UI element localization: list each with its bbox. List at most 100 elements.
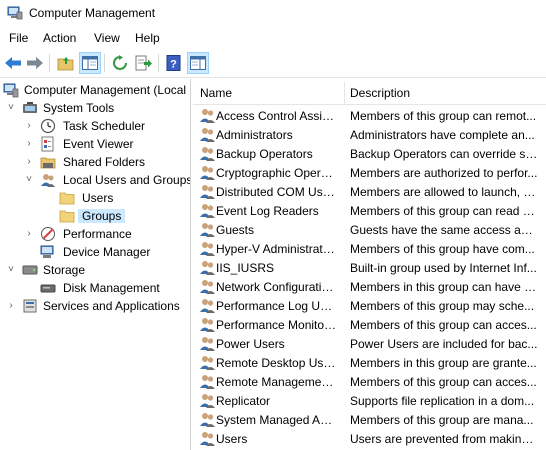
table-row[interactable]: Remote Desktop Users Members in this grou… xyxy=(193,353,546,372)
expand-chevron-icon[interactable]: › xyxy=(24,156,34,168)
group-name-cell: Access Control Assist... xyxy=(216,109,338,123)
group-name-cell: Network Configuratio... xyxy=(216,280,338,294)
toolbar-separator xyxy=(158,54,159,72)
group-name-cell: Remote Desktop Users xyxy=(216,356,338,370)
group-name-cell: Users xyxy=(216,432,248,446)
group-description-cell: Members in this group can have s... xyxy=(350,280,538,294)
menu-action[interactable]: Action xyxy=(43,31,76,45)
performance-icon xyxy=(41,227,55,241)
console-tree[interactable]: Computer Management (Local ˅ System Tool… xyxy=(0,79,191,450)
group-icon xyxy=(200,242,215,256)
groups-list[interactable]: Name Description Access Control Assist..… xyxy=(193,79,546,450)
group-description-cell: Members of this group can acces... xyxy=(350,318,537,332)
group-name-cell: Performance Monitor ... xyxy=(216,318,338,332)
forward-button[interactable] xyxy=(24,52,46,74)
tree-item-label: Task Scheduler xyxy=(63,119,146,133)
show-hide-console-tree-icon xyxy=(82,56,98,70)
group-name-cell: Remote Management... xyxy=(216,375,338,389)
table-row[interactable]: Performance Monitor ... Members of this g… xyxy=(193,315,546,334)
tree-item-event-viewer[interactable]: › Event Viewer xyxy=(0,135,190,153)
computer-management-icon xyxy=(3,83,19,98)
expand-collapse-chevron-icon[interactable]: ˅ xyxy=(6,102,16,114)
expand-collapse-chevron-icon[interactable]: ˅ xyxy=(6,264,16,276)
tree-item-computer-management[interactable]: Computer Management (Local xyxy=(0,81,190,99)
group-description-cell: Supports file replication in a dom... xyxy=(350,394,535,408)
menu-bar: File Action View Help xyxy=(0,28,546,48)
table-row[interactable]: Guests Guests have the same access as m..… xyxy=(193,220,546,239)
tree-item-label: Shared Folders xyxy=(63,155,146,169)
export-list-button[interactable] xyxy=(133,52,155,74)
expand-collapse-chevron-icon[interactable]: ˅ xyxy=(24,174,34,186)
table-row[interactable]: IIS_IUSRS Built-in group used by Internet… xyxy=(193,258,546,277)
group-icon xyxy=(200,299,215,313)
show-hide-action-pane-button[interactable] xyxy=(187,52,209,74)
tree-item-label: System Tools xyxy=(43,101,115,115)
table-row[interactable]: Performance Log Users Members of this gro… xyxy=(193,296,546,315)
column-divider[interactable] xyxy=(344,82,345,104)
tree-item-performance[interactable]: › Performance xyxy=(0,225,190,243)
group-description-cell: Members of this group can read e... xyxy=(350,204,538,218)
menu-help[interactable]: Help xyxy=(135,31,160,45)
tree-item-users[interactable]: Users xyxy=(0,189,190,207)
table-row[interactable]: Remote Management... Members of this grou… xyxy=(193,372,546,391)
export-list-icon xyxy=(135,55,152,71)
show-hide-console-tree-button[interactable] xyxy=(79,52,101,74)
column-header-name[interactable]: Name xyxy=(200,86,232,100)
table-row[interactable]: Backup Operators Backup Operators can ove… xyxy=(193,144,546,163)
tree-item-label: Performance xyxy=(63,227,132,241)
table-row[interactable]: Administrators Administrators have comple… xyxy=(193,125,546,144)
table-row[interactable]: Hyper-V Administrators Members of this gr… xyxy=(193,239,546,258)
expand-chevron-icon[interactable]: › xyxy=(6,300,16,312)
refresh-icon xyxy=(113,55,127,70)
table-row[interactable]: Power Users Power Users are included for … xyxy=(193,334,546,353)
column-header-description[interactable]: Description xyxy=(350,86,410,100)
group-icon xyxy=(200,337,215,351)
group-icon xyxy=(200,394,215,408)
table-row[interactable]: Distributed COM Users Members are allowed… xyxy=(193,182,546,201)
table-row[interactable]: Cryptographic Operat... Members are autho… xyxy=(193,163,546,182)
help-button[interactable]: ? xyxy=(163,52,185,74)
group-icon xyxy=(200,147,215,161)
table-row[interactable]: Users Users are prevented from making ... xyxy=(193,429,546,448)
tree-item-shared-folders[interactable]: › Shared Folders xyxy=(0,153,190,171)
table-row[interactable]: Event Log Readers Members of this group c… xyxy=(193,201,546,220)
tree-item-local-users-and-groups[interactable]: ˅ Local Users and Groups xyxy=(0,171,190,189)
menu-view[interactable]: View xyxy=(94,31,120,45)
group-description-cell: Administrators have complete an... xyxy=(350,128,535,142)
local-users-groups-icon xyxy=(41,174,55,187)
group-description-cell: Power Users are included for bac... xyxy=(350,337,538,351)
tree-item-groups[interactable]: Groups xyxy=(0,207,190,225)
tree-item-device-manager[interactable]: Device Manager xyxy=(0,243,190,261)
group-description-cell: Guests have the same access as m... xyxy=(350,223,538,237)
up-one-level-button[interactable] xyxy=(55,52,77,74)
table-row[interactable]: Access Control Assist... Members of this … xyxy=(193,106,546,125)
group-description-cell: Members of this group have com... xyxy=(350,242,535,256)
group-name-cell: Cryptographic Operat... xyxy=(216,166,338,180)
refresh-button[interactable] xyxy=(109,52,131,74)
expand-chevron-icon[interactable]: › xyxy=(24,138,34,150)
group-icon xyxy=(200,432,215,446)
expand-chevron-icon[interactable]: › xyxy=(24,228,34,240)
computer-management-app-icon xyxy=(7,6,23,20)
list-header: Name Description xyxy=(193,82,546,105)
menu-file[interactable]: File xyxy=(9,31,28,45)
table-row[interactable]: Network Configuratio... Members in this g… xyxy=(193,277,546,296)
forward-arrow-icon xyxy=(27,57,43,69)
expand-chevron-icon[interactable]: › xyxy=(24,120,34,132)
group-description-cell: Backup Operators can override se... xyxy=(350,147,538,161)
table-row[interactable]: Replicator Supports file replication in a… xyxy=(193,391,546,410)
tree-item-services-and-applications[interactable]: › Services and Applications xyxy=(0,297,190,315)
group-icon xyxy=(200,109,215,123)
toolbar-separator xyxy=(104,54,105,72)
group-description-cell: Built-in group used by Internet Inf... xyxy=(350,261,537,275)
tree-item-disk-management[interactable]: Disk Management xyxy=(0,279,190,297)
tree-item-storage[interactable]: ˅ Storage xyxy=(0,261,190,279)
back-button[interactable] xyxy=(2,52,24,74)
tree-item-system-tools[interactable]: ˅ System Tools xyxy=(0,99,190,117)
tree-item-label: Event Viewer xyxy=(63,137,134,151)
tree-item-task-scheduler[interactable]: › Task Scheduler xyxy=(0,117,190,135)
storage-icon xyxy=(22,265,38,275)
group-name-cell: IIS_IUSRS xyxy=(216,261,275,275)
table-row[interactable]: System Managed Acc... Members of this gro… xyxy=(193,410,546,429)
group-name-cell: System Managed Acc... xyxy=(216,413,338,427)
